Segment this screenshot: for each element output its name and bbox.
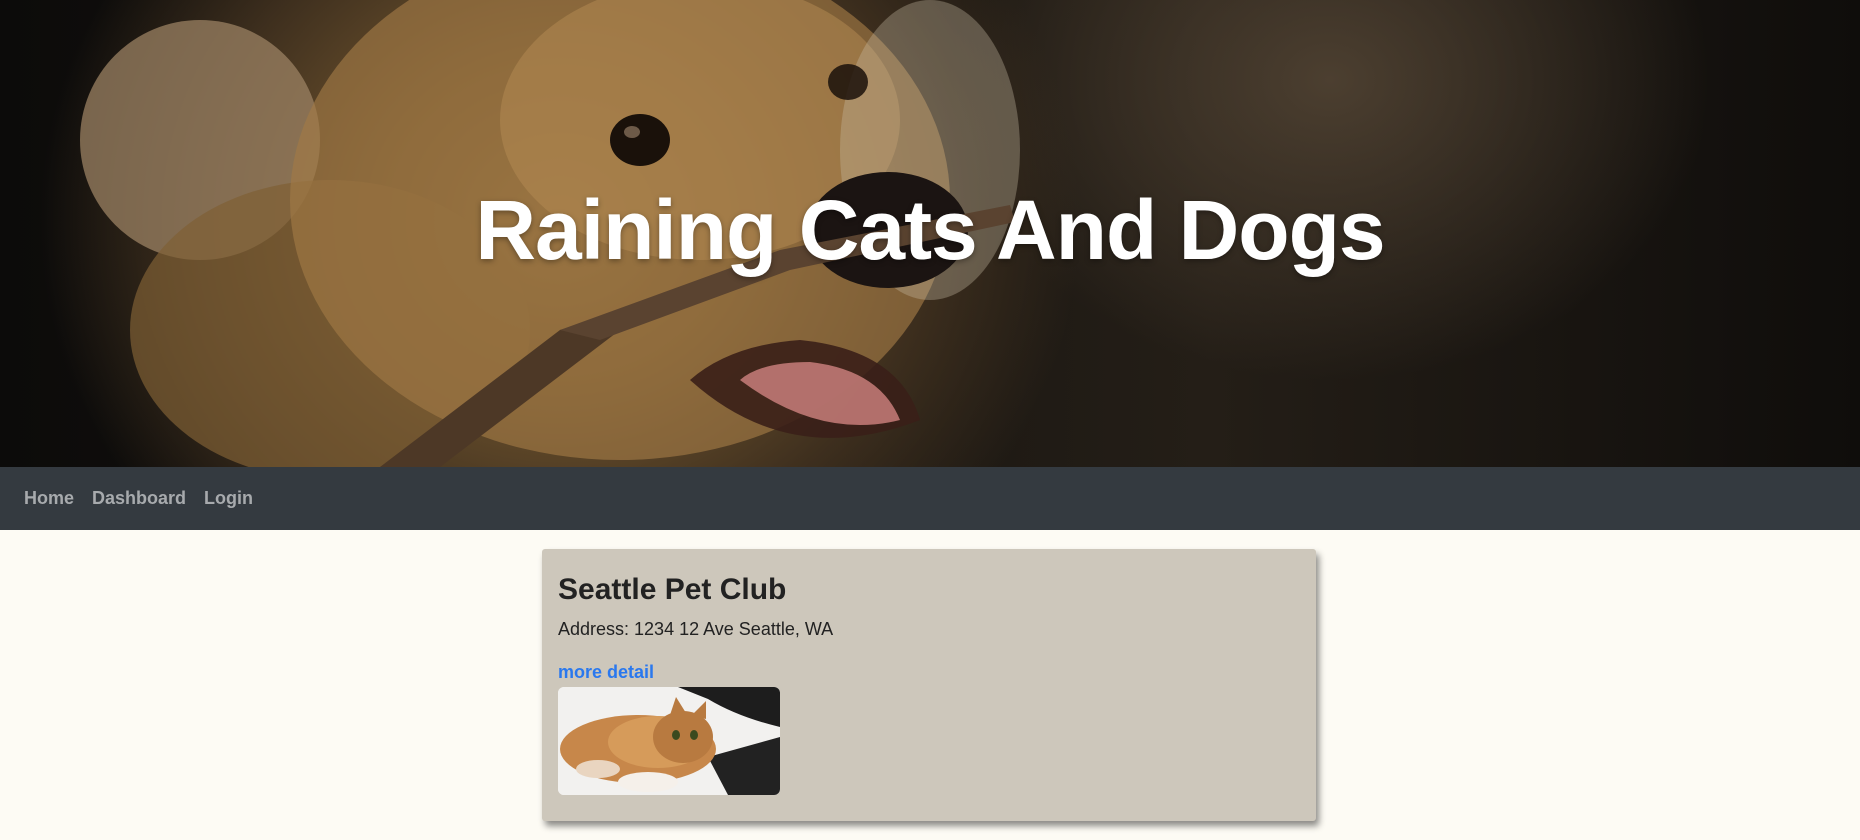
club-card: Seattle Pet Club Address: 1234 12 Ave Se… [542, 549, 1316, 821]
nav-login-link[interactable]: Login [204, 488, 253, 509]
main-navbar: Home Dashboard Login [0, 467, 1860, 530]
nav-dashboard-link[interactable]: Dashboard [92, 488, 186, 509]
club-address: Address: 1234 12 Ave Seattle, WA [558, 619, 834, 639]
nav-home-link[interactable]: Home [24, 488, 74, 509]
club-cat-image [558, 687, 780, 795]
hero-banner: Raining Cats And Dogs [0, 0, 1860, 467]
club-name: Seattle Pet Club [558, 573, 787, 606]
more-detail-link[interactable]: more detail [558, 662, 1300, 683]
site-title: Raining Cats And Dogs [475, 183, 1385, 277]
